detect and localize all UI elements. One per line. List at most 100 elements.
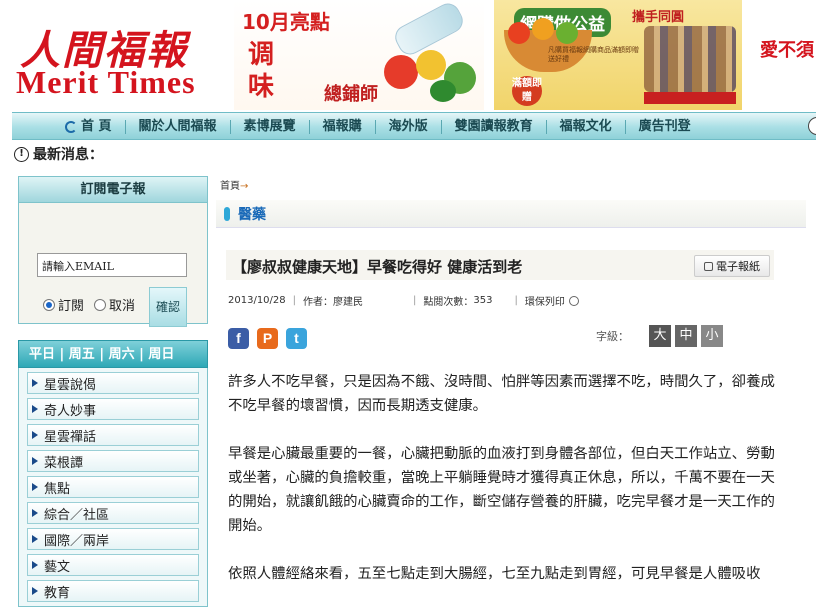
category-label: 菜根譚 [44,455,84,471]
vegetable-image [384,55,418,89]
arrow-right-icon [32,431,38,439]
category-label: 綜合／社區 [44,507,110,523]
plurk-icon[interactable]: P [257,328,278,349]
email-input[interactable]: 請輸入EMAIL [37,253,187,277]
category-item[interactable]: 藝文 [27,554,199,576]
arrow-right-icon [32,457,38,465]
category-label: 星雲禪話 [44,429,97,445]
font-small-button[interactable]: 小 [701,325,723,347]
latest-news-label: 最新消息： [33,147,103,163]
section-title[interactable]: 醫藥 [238,204,266,224]
epaper-label: 電子報紙 [716,260,760,273]
ad1-char-2: 味 [248,72,275,102]
nav-advertising[interactable]: 廣告刊登 [626,120,704,134]
category-item[interactable]: 綜合／社區 [27,502,199,524]
font-size-controls: 字級： 大 中 小 [596,325,723,347]
search-icon[interactable] [808,117,816,135]
nav-overseas[interactable]: 海外版 [376,120,442,134]
category-item[interactable]: 國際／兩岸 [27,528,199,550]
fruit-image [532,18,554,40]
ad1-headline: 10月亮點 [242,10,330,34]
arrow-right-icon [32,483,38,491]
category-label: 星雲說偈 [44,377,97,393]
group-photo [644,26,736,92]
latest-news: ! 最新消息： [14,144,103,164]
fruit-image [508,22,530,44]
category-label: 奇人妙事 [44,403,97,419]
section-marker-icon [224,206,230,221]
category-item[interactable]: 星雲禪話 [27,424,199,446]
article-header: 【廖叔叔健康天地】早餐吃得好 健康活到老 電子報紙 [226,250,774,280]
nav-education[interactable]: 雙園讀報教育 [442,120,547,134]
breadcrumb-home[interactable]: 首頁 [220,181,240,192]
category-label: 藝文 [44,559,71,575]
banner-ad-seasoning[interactable]: 10月亮點 调 味 總鋪師 [234,0,484,110]
edition-day-tabs[interactable]: 平日 | 周五 | 周六 | 周日 [18,340,208,368]
subscribe-panel: 訂閱電子報 請輸入EMAIL 訂閱 取消 確認 [18,176,208,327]
confirm-button[interactable]: 確認 [149,287,187,327]
nav-expo[interactable]: 素博展覽 [231,120,310,134]
arrow-right-icon [32,587,38,595]
views-count: 353 [473,295,493,306]
ad2-small-text: 凡購買福報網購商品滿額即贈送好禮 [548,46,639,63]
category-item[interactable]: 教育 [27,580,199,602]
section-header: 醫藥 [216,200,806,228]
ad1-subtitle: 總鋪師 [324,84,378,105]
font-large-button[interactable]: 大 [649,325,671,347]
nav-home-label: 首 頁 [81,119,112,134]
vegetable-image [430,80,456,102]
category-label: 教育 [44,585,71,601]
logo-english: Merit Times [16,64,196,100]
arrow-right-icon [32,535,38,543]
article-date: 2013/10/28 [228,295,286,306]
nav-about[interactable]: 關於人間福報 [126,120,231,134]
home-icon [65,121,77,133]
font-medium-button[interactable]: 中 [675,325,697,347]
category-list: 星雲說偈 奇人妙事 星雲禪話 菜根譚 焦點 綜合／社區 國際／兩岸 藝文 教育 [18,368,208,607]
subscribe-options: 訂閱 取消 [43,295,135,314]
ad2-banner-strip [644,92,736,104]
radio-cancel-label: 取消 [109,299,136,314]
article-meta: 2013/10/28 | 作者：廖建民 | 點閱次數： 353 | 環保列印 [228,293,579,308]
nav-culture[interactable]: 福報文化 [547,120,626,134]
radio-subscribe[interactable] [43,298,55,311]
newspaper-icon [704,261,713,271]
article-paragraph: 依照人體經絡來看，五至七點走到大腸經，七至九點走到胃經，可見早餐是人體吸收 [228,566,761,582]
article-paragraph: 許多人不吃早餐，只是因為不餓、沒時間、怕胖等因素而選擇不吃，時間久了，卻養成不吃… [228,374,775,414]
arrow-right-icon [32,509,38,517]
breadcrumb: 首頁→ [220,177,248,192]
fruit-image [556,22,578,44]
category-item[interactable]: 星雲說偈 [27,372,199,394]
share-buttons: f P t [228,328,307,349]
print-arrow-icon[interactable] [568,295,579,306]
epaper-button[interactable]: 電子報紙 [694,255,770,277]
radio-cancel[interactable] [94,298,107,311]
article-body: 許多人不吃早餐，只是因為不餓、沒時間、怕胖等因素而選擇不吃，時間久了，卻養成不吃… [228,370,788,610]
print-link[interactable]: 環保列印 [525,293,565,308]
radio-subscribe-label: 訂閱 [58,299,85,314]
banner-ad-charity[interactable]: 網購做公益 攜手同圓 滿額即贈 凡購買福報網購商品滿額即贈送好禮 [494,0,742,110]
subscribe-title: 訂閱電子報 [19,177,207,203]
twitter-icon[interactable]: t [286,328,307,349]
arrow-right-icon [32,379,38,387]
category-item[interactable]: 奇人妙事 [27,398,199,420]
vegetable-image [416,50,446,80]
edition-panel: 平日 | 周五 | 周六 | 周日 星雲說偈 奇人妙事 星雲禪話 菜根譚 焦點 … [18,340,208,607]
site-logo[interactable]: 人間福報 Merit Times [12,14,227,104]
facebook-icon[interactable]: f [228,328,249,349]
article-author: 作者：廖建民 [303,297,364,308]
nav-home[interactable]: 首 頁 [52,120,126,134]
arrow-right-icon [32,561,38,569]
category-item[interactable]: 菜根譚 [27,450,199,472]
ad2-tag: 攜手同圓 [632,10,685,25]
category-item[interactable]: 焦點 [27,476,199,498]
ad2-badge: 滿額即贈 [512,76,542,106]
views-label: 點閱次數： [423,297,474,308]
font-size-label: 字級： [596,330,629,343]
main-nav: 首 頁 關於人間福報 素博展覽 福報購 海外版 雙園讀報教育 福報文化 廣告刊登 [12,112,816,140]
arrow-right-icon [32,405,38,413]
info-icon: ! [14,146,29,162]
category-label: 焦點 [44,481,71,497]
nav-shop[interactable]: 福報購 [310,120,376,134]
sidebar: 訂閱電子報 請輸入EMAIL 訂閱 取消 確認 平日 | 周五 | 周六 | 周… [18,176,208,607]
